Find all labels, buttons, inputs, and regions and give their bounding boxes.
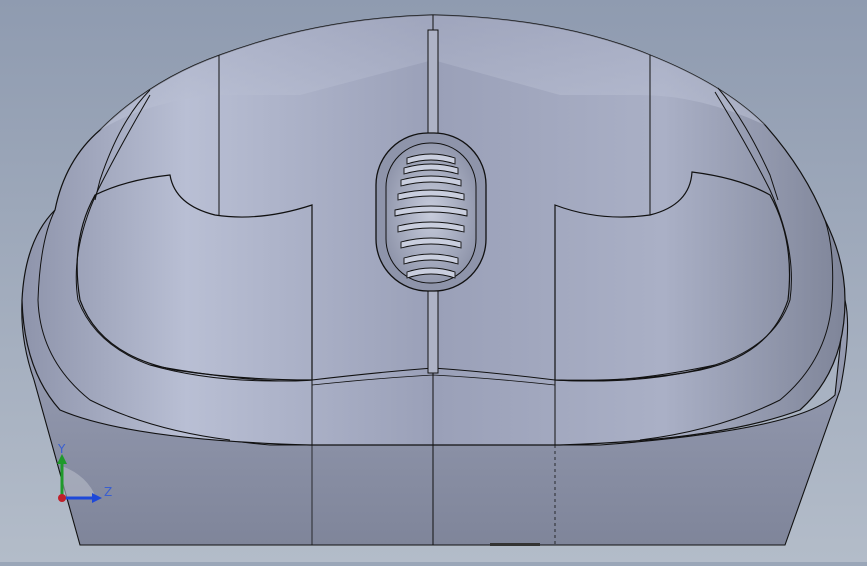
- cad-viewport[interactable]: Y Z: [0, 0, 867, 562]
- triad-y-label: Y: [57, 442, 66, 456]
- triad-plane: [62, 466, 96, 498]
- triad-x-origin: [58, 494, 66, 502]
- coordinate-triad-icon: Y Z: [48, 436, 128, 516]
- triad-z-arrow: [92, 493, 102, 503]
- center-ridge-lower: [427, 287, 439, 374]
- center-ridge: [427, 29, 439, 151]
- base-notch: [490, 543, 540, 546]
- scroll-wheel-icon[interactable]: [375, 132, 487, 292]
- triad-z-label: Z: [104, 485, 112, 499]
